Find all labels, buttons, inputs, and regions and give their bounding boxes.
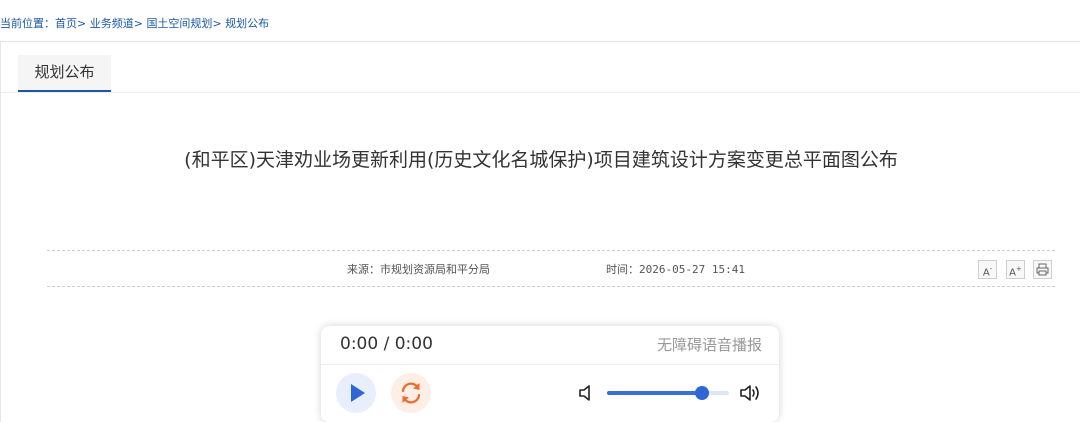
minus-sign: -	[989, 265, 993, 273]
font-increase-button[interactable]: A+	[1006, 260, 1025, 279]
volume-mute-icon[interactable]	[576, 382, 598, 404]
article-source: 来源：市规划资源局和平分局	[347, 263, 490, 276]
font-decrease-icon: A	[982, 267, 990, 279]
play-button[interactable]	[336, 373, 376, 413]
player-time: 0:00 / 0:00	[340, 334, 433, 354]
print-icon	[1036, 263, 1049, 276]
font-increase-icon: A	[1009, 267, 1016, 279]
loop-button[interactable]	[391, 373, 431, 413]
print-button[interactable]	[1033, 260, 1052, 279]
volume-slider[interactable]	[607, 386, 729, 400]
breadcrumb-business-channel[interactable]: 业务频道	[90, 17, 134, 30]
breadcrumb-planning-publication[interactable]: 规划公布	[225, 17, 269, 30]
font-decrease-button[interactable]: A-	[978, 260, 997, 279]
breadcrumb-separator: >	[133, 17, 143, 30]
breadcrumb-separator: >	[212, 17, 222, 30]
article-meta-bar: 来源：市规划资源局和平分局 时间：2026-05-27 15:41 A- A+	[47, 250, 1055, 287]
article-time: 时间：2026-05-27 15:41	[606, 263, 745, 276]
breadcrumb-separator: >	[77, 17, 87, 30]
breadcrumb-home[interactable]: 首页	[55, 17, 77, 30]
loop-icon	[401, 382, 421, 404]
volume-max-icon[interactable]	[739, 382, 761, 404]
play-icon	[351, 384, 365, 402]
breadcrumb-prefix: 当前位置：	[0, 17, 55, 30]
tab-planning-publication[interactable]: 规划公布	[18, 55, 111, 92]
accessibility-voice-label: 无障碍语音播报	[656, 336, 762, 354]
tab-bar: 规划公布	[1, 42, 1080, 93]
breadcrumb: 当前位置：首页> 业务频道> 国土空间规划> 规划公布	[0, 15, 269, 31]
breadcrumb-spatial-planning[interactable]: 国土空间规划	[146, 17, 212, 30]
volume-slider-fill	[607, 391, 703, 395]
player-divider	[321, 364, 779, 365]
plus-sign: +	[1015, 265, 1022, 273]
audio-player: 0:00 / 0:00 无障碍语音播报	[321, 326, 779, 422]
volume-slider-handle[interactable]	[695, 386, 710, 400]
article-title: (和平区)天津劝业场更新利用(历史文化名城保护)项目建筑设计方案变更总平面图公布	[184, 149, 898, 171]
